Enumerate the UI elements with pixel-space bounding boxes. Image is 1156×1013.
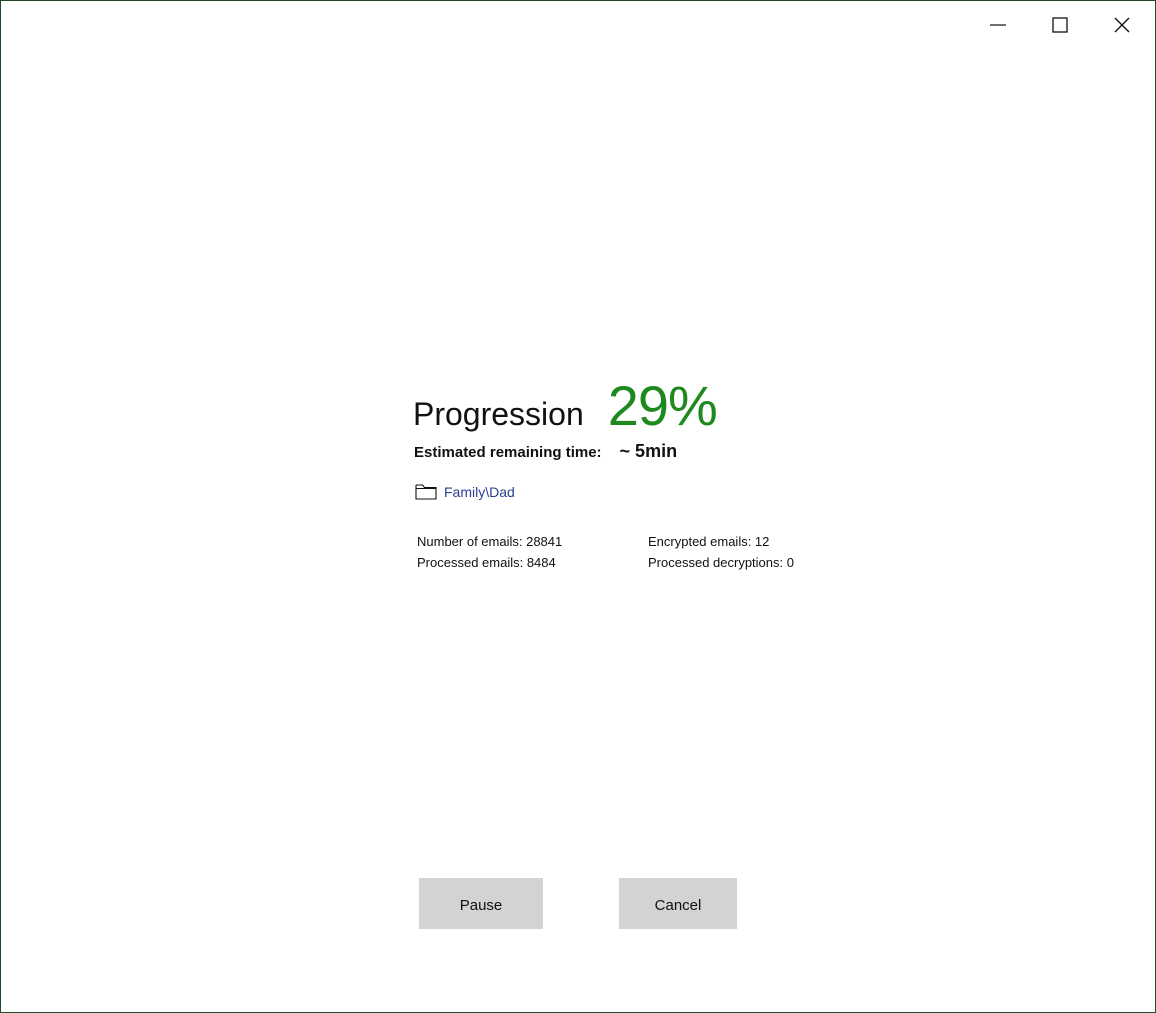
eta-value: ~ 5min	[619, 441, 678, 461]
processed-emails: Processed emails: 8484	[417, 555, 556, 570]
maximize-icon	[1052, 17, 1068, 33]
eta-row: Estimated remaining time: ~ 5min	[414, 441, 677, 462]
stats-left-column: Number of emails: 28841 Processed emails…	[417, 531, 562, 573]
progress-label: Progression	[413, 396, 584, 432]
encrypted-emails: Encrypted emails: 12	[648, 534, 770, 549]
folder-icon	[415, 484, 437, 500]
close-icon	[1114, 17, 1130, 33]
app-window: Progression 29% Estimated remaining time…	[0, 0, 1156, 1013]
pause-button[interactable]: Pause	[419, 878, 543, 929]
minimize-icon	[990, 24, 1006, 26]
folder-path-link[interactable]: Family\Dad	[444, 484, 515, 500]
progress-header: Progression 29%	[413, 373, 718, 438]
current-folder: Family\Dad	[415, 483, 515, 500]
processed-decryptions: Processed decryptions: 0	[648, 555, 794, 570]
cancel-button[interactable]: Cancel	[619, 878, 737, 929]
minimize-button[interactable]	[967, 1, 1029, 49]
eta-label: Estimated remaining time:	[414, 444, 602, 461]
maximize-button[interactable]	[1029, 1, 1091, 49]
progress-percentage: 29%	[607, 374, 718, 437]
stats-right-column: Encrypted emails: 12 Processed decryptio…	[648, 531, 794, 573]
number-of-emails: Number of emails: 28841	[417, 534, 563, 549]
close-button[interactable]	[1091, 1, 1153, 49]
